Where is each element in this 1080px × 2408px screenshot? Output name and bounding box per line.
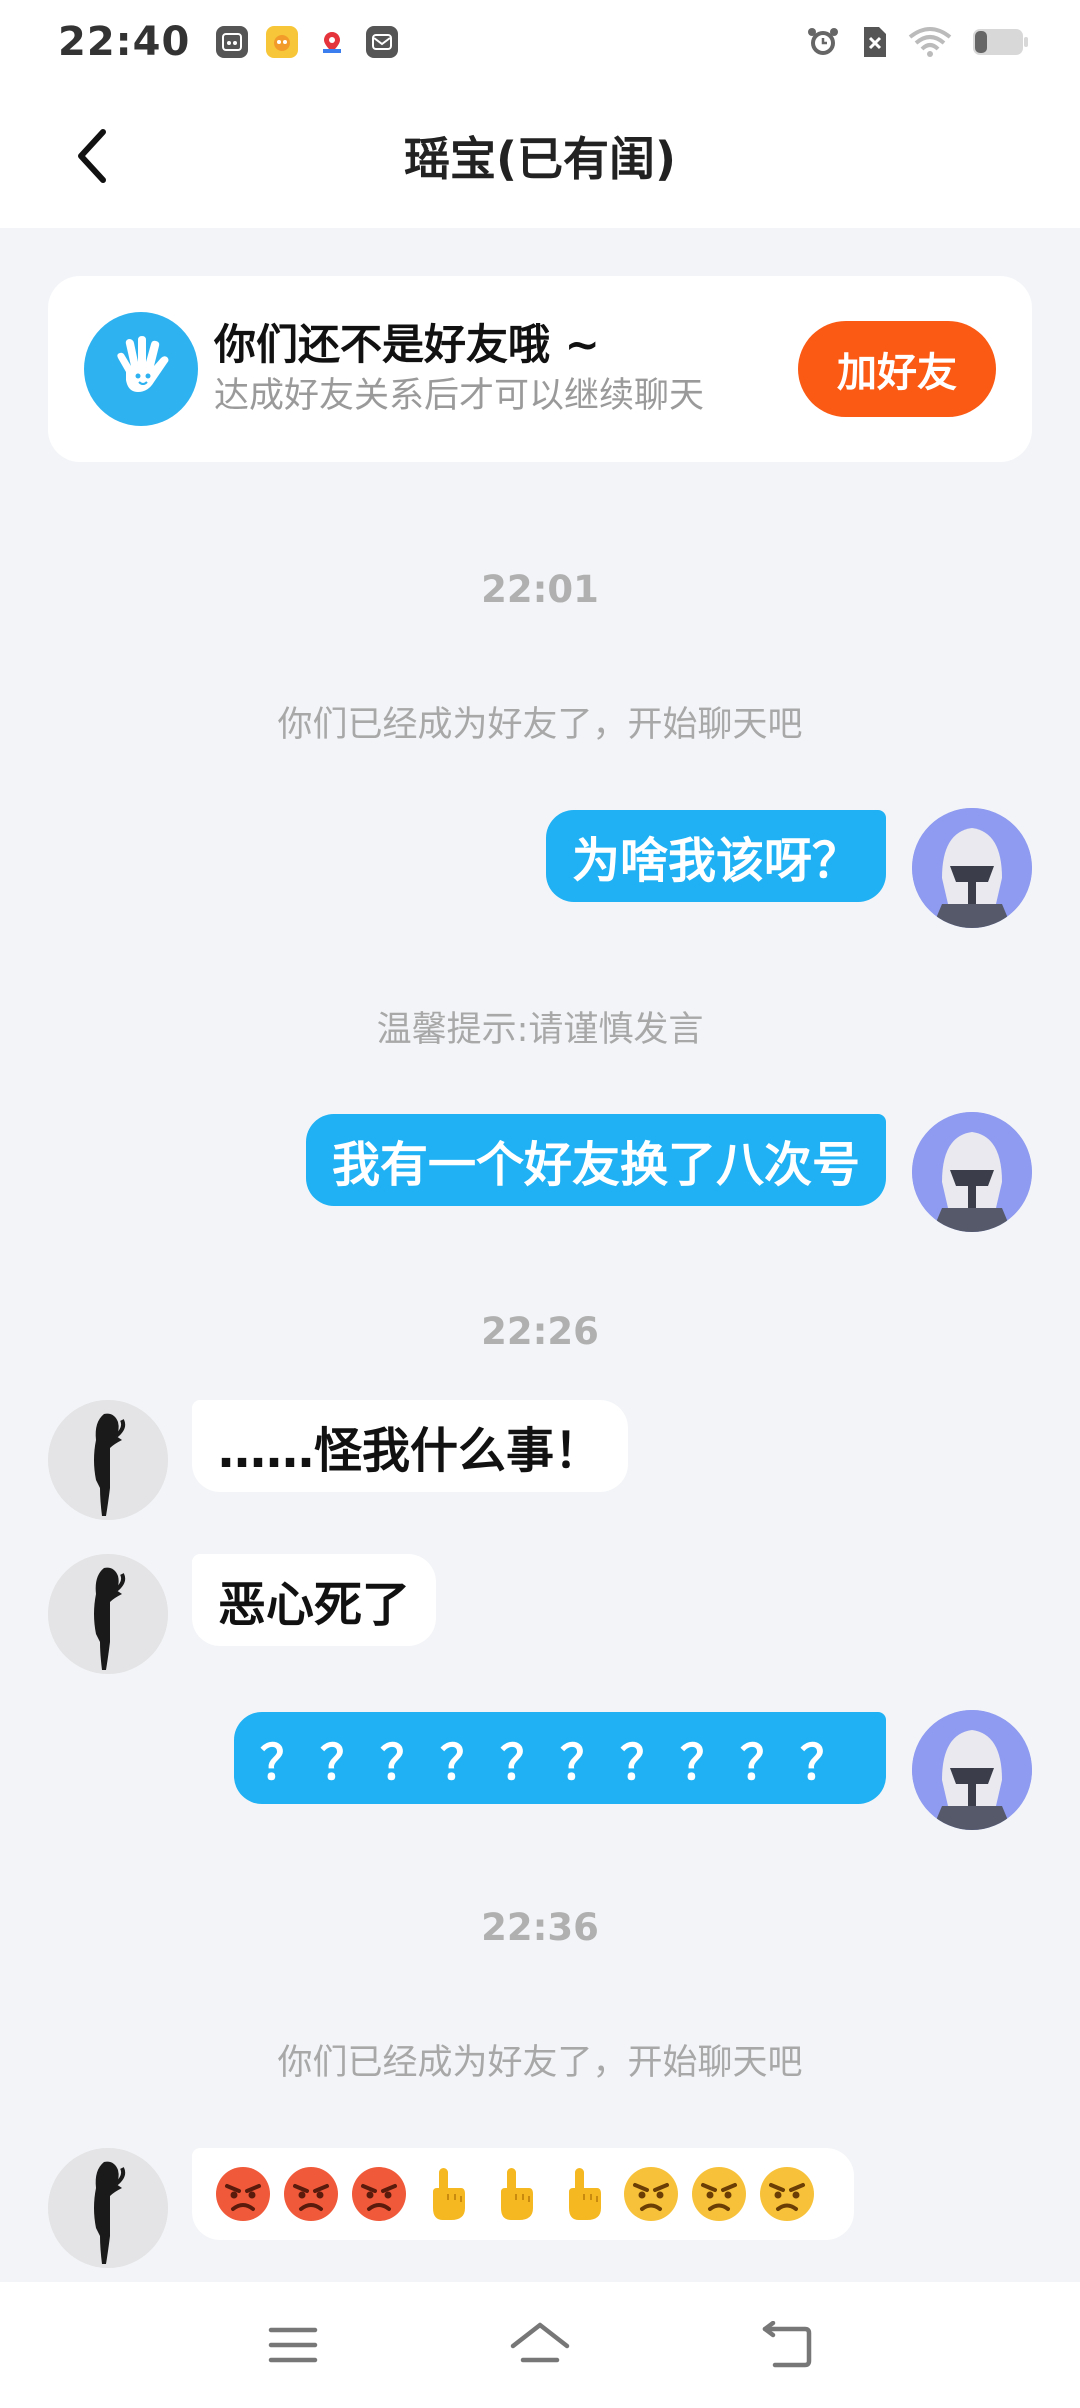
girl-silhouette-avatar-icon [48,1400,168,1520]
contact-avatar[interactable] [48,2148,168,2268]
cat-app-icon [266,26,299,58]
pointing-up-hand-icon [484,2163,546,2225]
notification-icons [216,26,399,58]
angry-face-icon [280,2163,342,2225]
contact-avatar[interactable] [48,1554,168,1674]
back-nav-button[interactable] [747,2310,827,2380]
robot-helmet-avatar-icon [912,1112,1032,1232]
timestamp: 22:36 [481,1906,599,1949]
frowning-face-icon [756,2163,818,2225]
not-friends-banner: 你们还不是好友哦 ~ 达成好友关系后才可以继续聊天 加好友 [48,276,1032,462]
outgoing-message[interactable]: 我有一个好友换了八次号 [305,1114,886,1206]
my-avatar[interactable] [912,808,1032,928]
banner-subtitle: 达成好友关系后才可以继续聊天 [214,376,705,416]
wave-hand-icon [84,312,198,426]
frowning-face-icon [620,2163,682,2225]
robot-helmet-avatar-icon [912,1710,1032,1830]
girl-silhouette-avatar-icon [48,1554,168,1674]
emoji-message[interactable] [192,2148,854,2240]
contact-title: 瑶宝(已有闺) [403,132,677,186]
contact-avatar[interactable] [48,1400,168,1520]
status-time: 22:40 [58,19,191,65]
battery-icon [972,26,1028,58]
system-status-icons [806,26,1028,58]
incoming-message[interactable]: 恶心死了 [192,1554,437,1646]
chevron-left-icon [78,129,106,183]
menu-icon [269,2327,318,2363]
banner-title: 你们还不是好友哦 ~ [214,320,600,369]
warning-message: 温馨提示:请谨慎发言 [376,1010,704,1050]
timestamp: 22:01 [481,568,599,611]
frowning-face-icon [688,2163,750,2225]
home-icon [510,2322,570,2363]
map-app-icon [316,26,349,58]
emoji-row [212,2163,818,2225]
angry-face-icon [348,2163,410,2225]
pointing-up-hand-icon [552,2163,614,2225]
add-friend-button[interactable]: 加好友 [798,321,996,417]
my-avatar[interactable] [912,1710,1032,1830]
system-navigation-bar [0,2282,1080,2408]
mail-app-icon [366,26,399,58]
status-bar: 22:40 [0,0,1080,84]
app-notification-icon [216,26,249,58]
incoming-message[interactable]: ……怪我什么事！ [192,1400,629,1492]
timestamp: 22:26 [481,1310,599,1353]
chat-screen: 22:40 瑶宝(已有闺) 你们还不是好友哦 ~ 达成好友关系后才可以继续聊天 … [0,0,1080,2408]
outgoing-message[interactable]: ？？？？？？？？？？ [233,1712,886,1804]
chat-header: 瑶宝(已有闺) [0,84,1080,228]
system-message: 你们已经成为好友了，开始聊天吧 [277,705,803,745]
my-avatar[interactable] [912,1112,1032,1232]
girl-silhouette-avatar-icon [48,2148,168,2268]
back-button[interactable] [62,120,122,192]
system-message: 你们已经成为好友了，开始聊天吧 [277,2043,803,2083]
wifi-icon [908,26,952,58]
home-button[interactable] [500,2310,580,2380]
outgoing-message[interactable]: 为啥我该呀？ [545,810,886,902]
alarm-icon [806,26,840,58]
angry-face-icon [212,2163,274,2225]
banner-text: 你们还不是好友哦 ~ 达成好友关系后才可以继续聊天 [214,319,754,419]
sim-error-icon [860,26,888,58]
back-arrow-icon [762,2321,811,2368]
pointing-up-hand-icon [416,2163,478,2225]
menu-button[interactable] [253,2310,333,2380]
robot-helmet-avatar-icon [912,808,1032,928]
